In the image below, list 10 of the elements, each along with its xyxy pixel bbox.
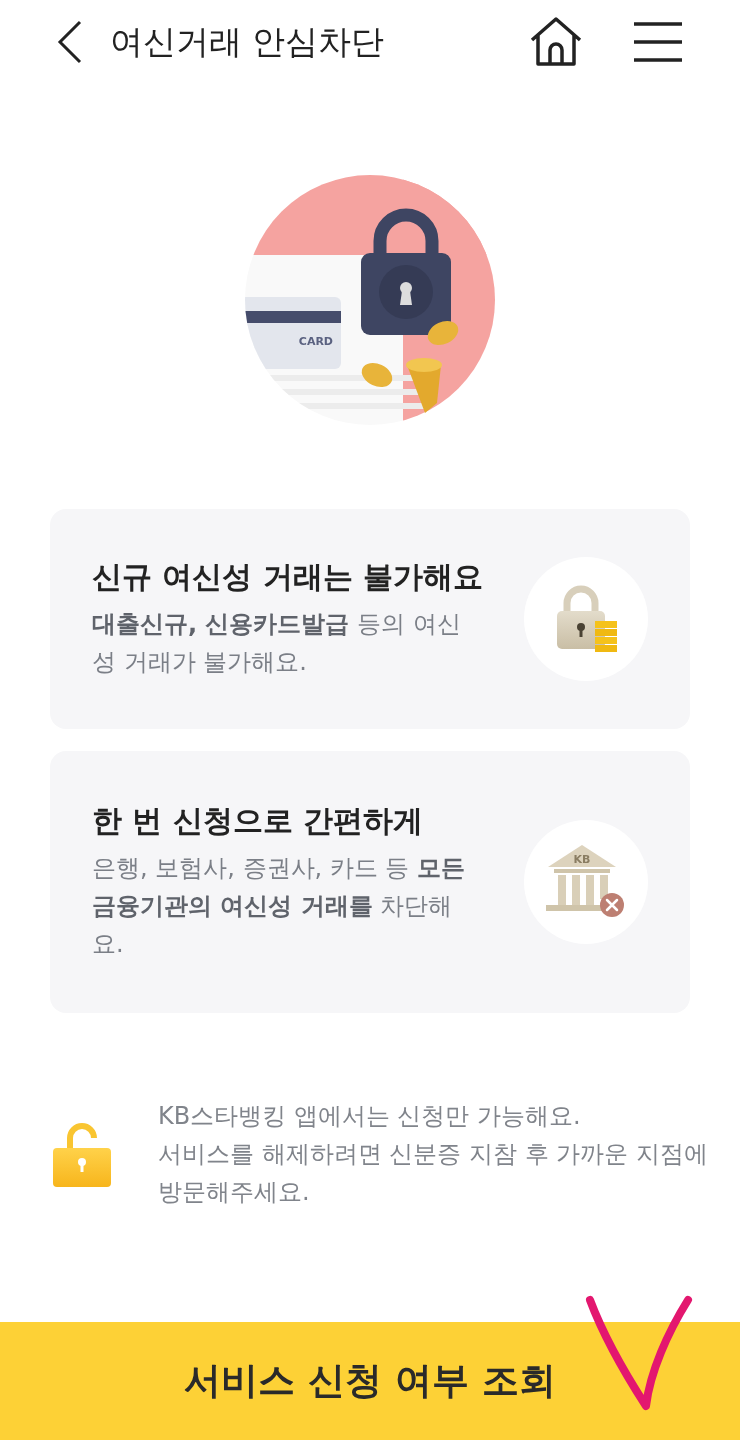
check-application-button[interactable]: 서비스 신청 여부 조회 — [0, 1322, 740, 1440]
card-description: 은행, 보험사, 증권사, 카드 등 모든 금융기관의 여신성 거래를 차단해요. — [92, 853, 467, 960]
card-label: CARD — [298, 335, 333, 348]
notice-text: KB스타뱅킹 앱에서는 신청만 가능해요. — [158, 1101, 582, 1132]
notice-text: 서비스를 해제하려면 신분증 지참 후 가까운 지점에 방문해주세요. — [158, 1139, 709, 1208]
card-description: 대출신규, 신용카드발급 등의 여신성 거래가 불가해요. — [92, 609, 462, 678]
card-title: 신규 여신성 거래는 불가해요 — [92, 558, 485, 596]
bank-icon-label: KB — [573, 853, 591, 866]
page-title: 여신거래 안심차단 — [110, 21, 385, 64]
card-title: 한 번 신청으로 간편하게 — [92, 802, 425, 840]
